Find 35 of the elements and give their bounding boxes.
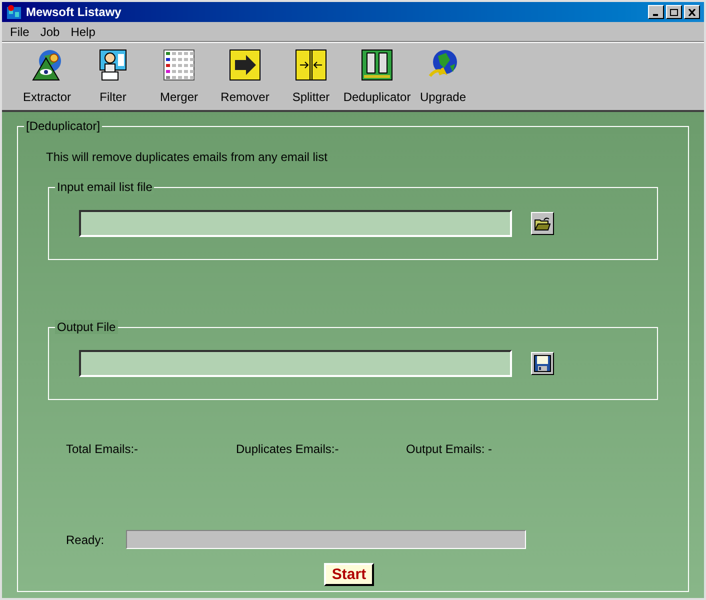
toolbar-button[interactable]: Remover [212, 44, 278, 108]
toolbar-button[interactable]: Extractor [14, 44, 80, 108]
description-text: This will remove duplicates emails from any email list [46, 149, 328, 165]
save-button[interactable] [531, 352, 554, 375]
menu-item[interactable]: Job [40, 22, 60, 40]
maximize-icon [670, 8, 678, 16]
toolbar-button[interactable]: Deduplicator [344, 44, 410, 108]
group-title: Input email list file [55, 180, 154, 194]
maximize-button[interactable] [666, 5, 682, 19]
menu-item[interactable]: Help [70, 22, 96, 40]
split-arrows-icon [294, 48, 328, 82]
close-button[interactable] [684, 5, 700, 19]
input-file-field[interactable] [79, 210, 512, 237]
stat-text: Output Emails: - [406, 441, 494, 458]
start-button[interactable]: Start [324, 563, 374, 586]
toolbar-button[interactable]: Splitter [278, 44, 344, 108]
minimize-button[interactable] [648, 5, 664, 19]
grid-icon [162, 48, 196, 82]
menu-item[interactable]: File [10, 22, 30, 40]
stat-text: Duplicates Emails:- [236, 441, 340, 458]
globe-eye-icon [30, 48, 64, 82]
toolbar-button[interactable]: Upgrade [410, 44, 476, 108]
folder-icon [534, 216, 551, 230]
stat-text: Total Emails:- [66, 441, 140, 458]
window-title: Mewsoft Listawy [26, 4, 122, 21]
group-title: [Deduplicator] [24, 119, 102, 133]
output-file-field[interactable] [79, 350, 512, 377]
group-title: Output File [55, 320, 118, 334]
toolbar-button[interactable]: Merger [146, 44, 212, 108]
app-icon [6, 4, 22, 20]
status-label: Ready: [66, 532, 106, 548]
toolbar-button[interactable]: Filter [80, 44, 146, 108]
board-icon [360, 48, 394, 82]
browse-button[interactable] [531, 212, 554, 235]
close-icon [688, 8, 696, 16]
